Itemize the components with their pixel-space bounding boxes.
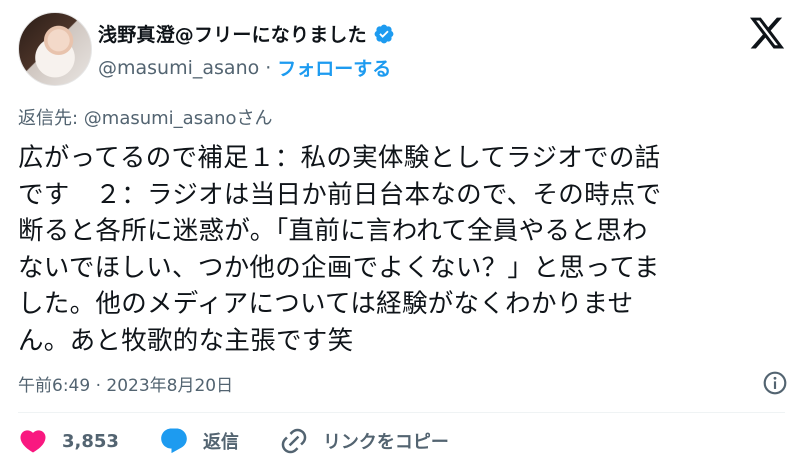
author-display-name[interactable]: 浅野真澄@フリーになりました xyxy=(98,20,367,47)
author-name-row: 浅野真澄@フリーになりました xyxy=(98,20,395,47)
author-handle-row: @masumi_asano · フォローする xyxy=(98,54,391,81)
heart-icon xyxy=(20,430,46,453)
like-button[interactable]: 3,853 xyxy=(18,426,119,456)
copy-link-label: リンクをコピー xyxy=(322,432,449,453)
separator-dot: · xyxy=(265,56,272,79)
author-handle[interactable]: @masumi_asano xyxy=(98,57,259,79)
tweet-timestamp[interactable]: 午前6:49 · 2023年8月20日 xyxy=(18,371,233,396)
follow-button[interactable]: フォローする xyxy=(277,54,391,81)
reply-button[interactable]: 返信 xyxy=(159,426,239,456)
link-icon xyxy=(281,428,307,454)
reply-bubble-icon xyxy=(161,428,187,454)
reply-to-label[interactable]: 返信先: @masumi_asanoさん xyxy=(18,104,273,130)
like-count: 3,853 xyxy=(62,430,119,452)
reply-label: 返信 xyxy=(202,432,239,453)
x-logo-icon[interactable] xyxy=(748,14,786,52)
action-bar: 3,853 返信 リンクをコピー xyxy=(18,426,489,456)
divider xyxy=(18,412,785,413)
avatar[interactable] xyxy=(18,12,92,86)
copy-link-button[interactable]: リンクをコピー xyxy=(279,426,449,456)
tweet-text: 広がってるので補足１：私の実体験としてラジオでの話 です ２：ラジオは当日か前日… xyxy=(18,143,662,356)
verified-badge-icon xyxy=(374,24,394,43)
info-icon[interactable] xyxy=(762,370,788,396)
